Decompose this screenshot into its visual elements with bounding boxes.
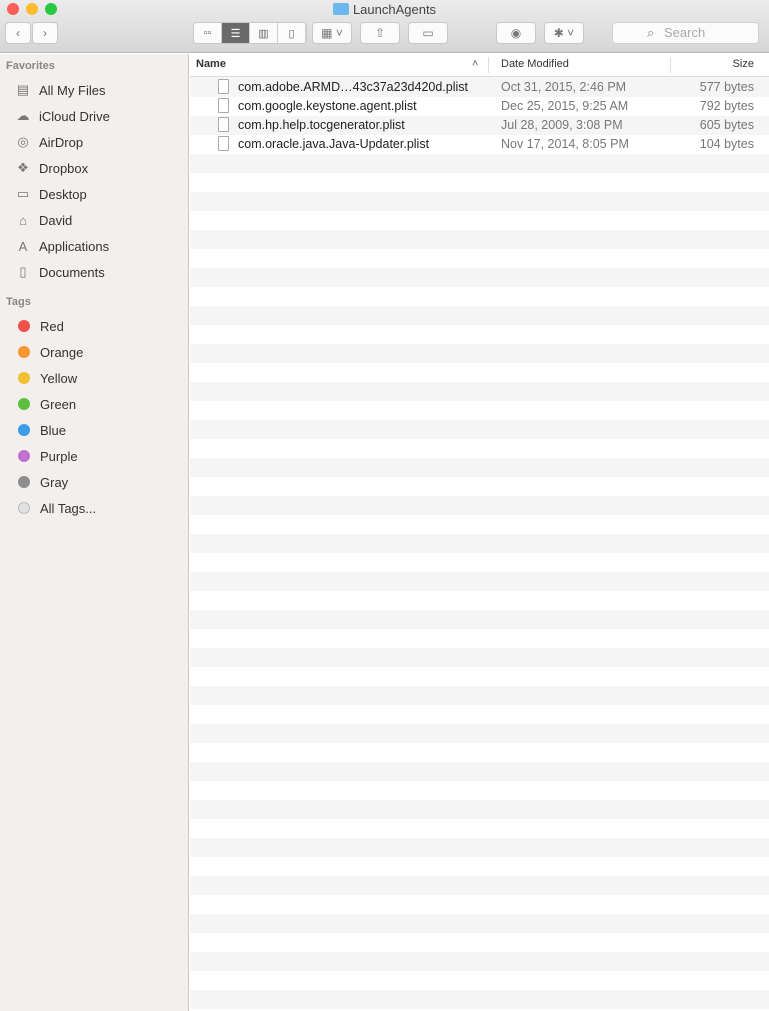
tag-color-dot-icon [18,346,30,358]
file-row[interactable]: com.adobe.ARMD…43c37a23d420d.plist Oct 3… [190,78,769,97]
favorites-heading: Favorites [6,60,55,72]
column-name-header[interactable]: Name [196,58,226,70]
tag-label: Blue [40,422,67,438]
plist-file-icon [218,117,229,132]
sidebar-item-label: Dropbox [39,160,89,176]
tag-red[interactable]: Red [14,316,64,336]
sidebar-item-icloud-drive[interactable]: ☁ iCloud Drive [14,106,110,126]
share-button[interactable]: ⇧ [360,22,400,44]
file-date: Dec 25, 2015, 9:25 AM [501,99,629,113]
documents-icon: ▯ [19,264,27,279]
file-date: Jul 28, 2009, 3:08 PM [501,118,623,132]
tag-yellow[interactable]: Yellow [14,368,77,388]
cloud-icon: ☁ [16,108,30,123]
tag-color-dot-icon [18,320,30,332]
search-placeholder: Search [664,25,706,40]
column-date-header[interactable]: Date Modified [501,58,569,70]
tag-orange[interactable]: Orange [14,342,83,362]
file-size: 792 bytes [699,99,754,113]
column-size-header[interactable]: Size [733,58,754,70]
column-view-button[interactable]: ▥ [250,23,278,43]
file-name: com.hp.help.tocgenerator.plist [238,118,405,132]
tag-purple[interactable]: Purple [14,446,78,466]
sidebar-item-dropbox[interactable]: ❖ Dropbox [14,158,88,178]
quick-look-button[interactable]: ◉ [496,22,536,44]
tag-label: Yellow [40,370,78,386]
sidebar-item-documents[interactable]: ▯ Documents [14,262,105,282]
sidebar-item-label: David [39,212,73,228]
column-header: Name ˄ Date Modified Size [190,54,769,77]
sidebar-item-airdrop[interactable]: ◎ AirDrop [14,132,83,152]
sort-ascending-icon: ˄ [472,58,479,70]
file-row[interactable]: com.hp.help.tocgenerator.plist Jul 28, 2… [190,116,769,135]
desktop-icon: ▭ [16,186,30,201]
tag-label: Purple [40,448,78,464]
file-date: Nov 17, 2014, 8:05 PM [501,137,629,151]
tag-color-dot-icon [18,424,30,436]
file-size: 605 bytes [699,118,754,132]
sidebar-item-label: Applications [39,238,110,254]
plist-file-icon [218,79,229,94]
plist-file-icon [218,98,229,113]
tag-label: All Tags... [40,500,97,516]
tag-color-dot-icon [18,476,30,488]
file-row[interactable]: com.google.keystone.agent.plist Dec 25, … [190,97,769,116]
tag-button[interactable]: ▭ [408,22,448,44]
dropbox-icon: ❖ [17,160,29,175]
file-name: com.google.keystone.agent.plist [238,99,417,113]
file-size: 104 bytes [699,137,754,151]
icon-view-button[interactable]: ▫▫ [194,23,222,43]
view-mode-selector[interactable]: ▫▫ ☰ ▥ ▯ [193,22,307,44]
file-row[interactable]: com.oracle.java.Java-Updater.plist Nov 1… [190,135,769,154]
action-gear-button[interactable]: ✱ ˅ [544,22,584,44]
window-title-text: LaunchAgents [352,2,437,17]
plist-file-icon [218,136,229,151]
search-icon: ⌕ [647,25,655,40]
tag-color-dot-icon [18,502,30,514]
window-title: LaunchAgents [0,2,769,17]
tag-gray[interactable]: Gray [14,472,68,492]
sidebar-item-label: All My Files [39,82,106,98]
tag-label: Orange [40,344,84,360]
all-files-icon: ▤ [16,82,30,97]
folder-icon [332,3,349,15]
tag-all-tags[interactable]: All Tags... [14,498,96,518]
tag-color-dot-icon [18,450,30,462]
file-date: Oct 31, 2015, 2:46 PM [501,80,627,94]
back-button[interactable]: ‹ [5,22,31,44]
tags-heading: Tags [6,296,31,308]
sidebar-item-applications[interactable]: A Applications [14,236,109,256]
file-name: com.adobe.ARMD…43c37a23d420d.plist [238,80,468,94]
sidebar-item-label: AirDrop [39,134,84,150]
home-icon: ⌂ [19,212,27,228]
tag-label: Gray [40,474,69,490]
tag-blue[interactable]: Blue [14,420,66,440]
file-list: Name ˄ Date Modified Size com.adobe.ARMD… [190,54,769,1011]
tag-color-dot-icon [18,398,30,410]
sidebar-item-label: Desktop [39,186,87,202]
sidebar-item-label: iCloud Drive [39,108,110,124]
airdrop-icon: ◎ [17,134,29,149]
tag-green[interactable]: Green [14,394,76,414]
sidebar-item-desktop[interactable]: ▭ Desktop [14,184,87,204]
toolbar: LaunchAgents ‹ › ▫▫ ☰ ▥ ▯ ▦ ˅ ⇧ ▭ ◉ ✱ ˅ … [0,0,769,53]
file-name: com.oracle.java.Java-Updater.plist [238,137,430,151]
coverflow-view-button[interactable]: ▯ [278,23,306,43]
file-size: 577 bytes [699,80,754,94]
search-input[interactable]: ⌕ Search [612,22,759,44]
sidebar-item-label: Documents [39,264,105,280]
applications-icon: A [18,238,28,254]
tag-label: Green [40,396,77,412]
arrange-button[interactable]: ▦ ˅ [312,22,352,44]
forward-button[interactable]: › [32,22,58,44]
tag-label: Red [40,318,64,334]
list-view-button[interactable]: ☰ [222,23,250,43]
sidebar: Favorites Tags ▤ All My Files ☁ iCloud Driv… [0,54,189,1011]
sidebar-item-david[interactable]: ⌂ David [14,210,72,230]
tag-color-dot-icon [18,372,30,384]
sidebar-item-all-my-files[interactable]: ▤ All My Files [14,80,106,100]
